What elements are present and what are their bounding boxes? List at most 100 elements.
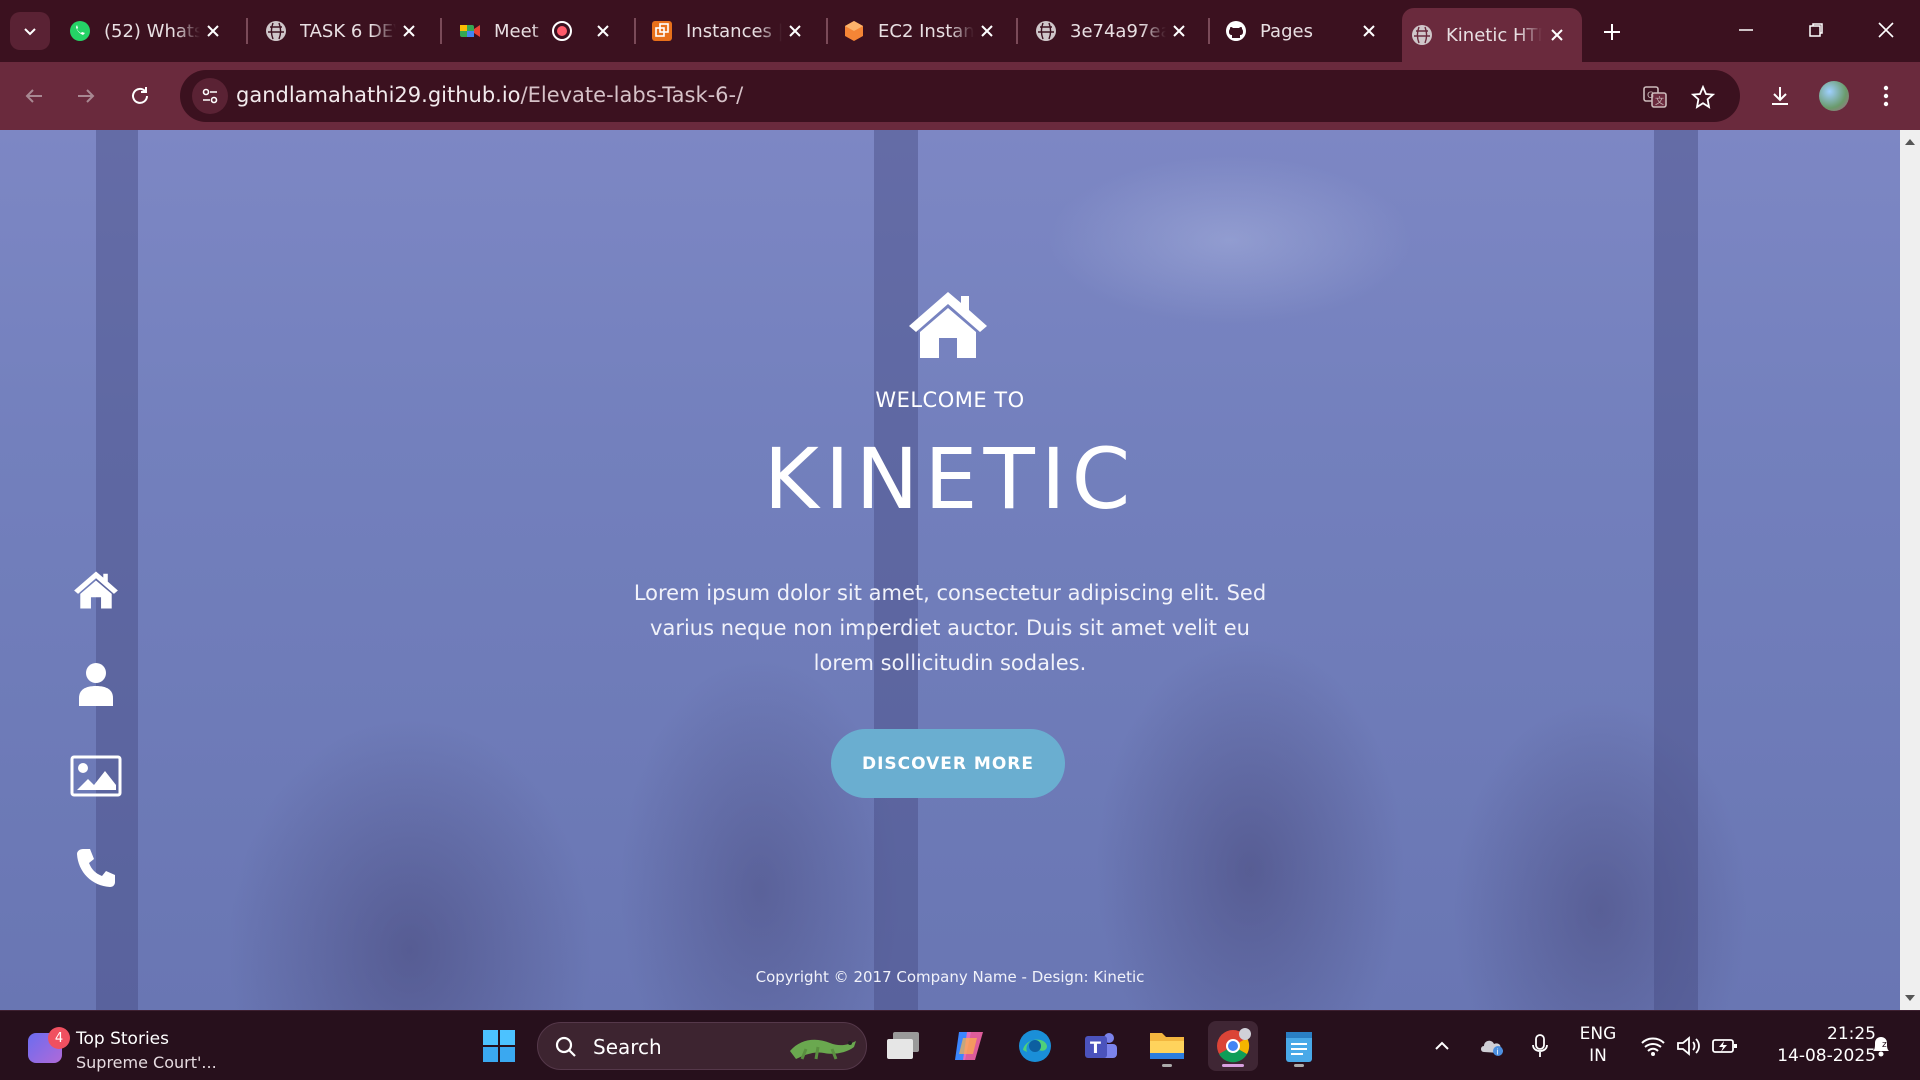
reload-button[interactable] bbox=[120, 76, 160, 116]
tab-kinetic[interactable]: Kinetic HTML bbox=[1402, 8, 1582, 62]
taskbar: 4 Top Stories Supreme Court'... Search T… bbox=[0, 1010, 1920, 1080]
scroll-down-arrow-icon[interactable] bbox=[1904, 992, 1916, 1004]
downloads-button[interactable] bbox=[1760, 76, 1800, 116]
chrome-button[interactable] bbox=[1208, 1021, 1258, 1071]
copilot-icon bbox=[955, 1032, 983, 1060]
search-icon bbox=[555, 1036, 576, 1057]
volume-button[interactable] bbox=[1672, 1021, 1706, 1071]
wifi-button[interactable] bbox=[1636, 1021, 1670, 1071]
close-window-button[interactable] bbox=[1856, 10, 1916, 50]
browser-toolbar: gandlamahathi29.github.io/Elevate-labs-T… bbox=[0, 62, 1920, 130]
teams-button[interactable]: T bbox=[1076, 1021, 1126, 1071]
page-viewport: WELCOME TO KINETIC Lorem ipsum dolor sit… bbox=[0, 130, 1900, 1010]
svg-text:T: T bbox=[1090, 1038, 1101, 1057]
svg-text:z: z bbox=[1882, 1040, 1887, 1050]
running-indicator bbox=[1162, 1064, 1172, 1067]
side-nav-gallery[interactable] bbox=[66, 746, 126, 806]
tab-title: 3e74a97ea bbox=[1070, 20, 1166, 42]
file-explorer-button[interactable] bbox=[1142, 1021, 1192, 1071]
taskbar-search[interactable]: Search bbox=[537, 1022, 867, 1070]
phone-icon bbox=[77, 849, 115, 887]
tab-task6[interactable]: TASK 6 DEVOPS bbox=[256, 10, 434, 52]
ec2-icon bbox=[842, 19, 866, 43]
close-icon[interactable] bbox=[1358, 20, 1380, 42]
tab-instances[interactable]: Instances | bbox=[642, 10, 820, 52]
plus-icon bbox=[1604, 24, 1620, 40]
close-icon[interactable] bbox=[1168, 20, 1190, 42]
scrollbar-thumb[interactable] bbox=[1905, 154, 1915, 984]
bookmark-button[interactable] bbox=[1688, 82, 1718, 112]
show-hidden-icons-button[interactable] bbox=[1424, 1021, 1460, 1071]
url-text[interactable]: gandlamahathi29.github.io/Elevate-labs-T… bbox=[236, 83, 743, 107]
page-scrollbar[interactable] bbox=[1900, 130, 1920, 1010]
tab-title: Pages bbox=[1260, 20, 1313, 42]
battery-button[interactable] bbox=[1708, 1021, 1742, 1071]
close-icon[interactable] bbox=[784, 20, 806, 42]
news-widget[interactable]: 4 Top Stories Supreme Court'... bbox=[26, 1021, 226, 1072]
translate-button[interactable]: G文 bbox=[1640, 82, 1670, 112]
translate-icon: G文 bbox=[1643, 86, 1667, 108]
aws-icon bbox=[650, 19, 674, 43]
globe-icon bbox=[1034, 19, 1058, 43]
tab-title: TASK 6 DEVOPS bbox=[300, 20, 396, 42]
close-icon bbox=[1878, 22, 1894, 38]
tab-whatsapp[interactable]: (52) WhatsApp bbox=[60, 10, 238, 52]
start-button[interactable] bbox=[474, 1021, 524, 1071]
whatsapp-icon bbox=[68, 19, 92, 43]
notepad-button[interactable] bbox=[1274, 1021, 1324, 1071]
address-bar[interactable]: gandlamahathi29.github.io/Elevate-labs-T… bbox=[180, 70, 1740, 122]
tab-separator bbox=[246, 18, 248, 44]
edge-button[interactable] bbox=[1010, 1021, 1060, 1071]
notifications-button[interactable]: z bbox=[1864, 1021, 1898, 1071]
profile-button[interactable] bbox=[1814, 76, 1854, 116]
close-icon[interactable] bbox=[976, 20, 998, 42]
restore-button[interactable] bbox=[1786, 10, 1846, 50]
close-icon[interactable] bbox=[202, 20, 224, 42]
tab-pages[interactable]: Pages bbox=[1216, 10, 1394, 52]
menu-button[interactable] bbox=[1866, 76, 1906, 116]
discover-more-button[interactable]: DISCOVER MORE bbox=[831, 729, 1065, 798]
tab-search-button[interactable] bbox=[10, 12, 50, 50]
chevron-down-icon bbox=[24, 28, 36, 36]
bell-notification-icon: z bbox=[1873, 1037, 1889, 1057]
new-tab-button[interactable] bbox=[1594, 14, 1630, 50]
tab-meet[interactable]: Meet - bbox=[450, 10, 628, 52]
forward-button[interactable] bbox=[66, 76, 106, 116]
close-icon[interactable] bbox=[398, 20, 420, 42]
close-icon[interactable] bbox=[592, 20, 614, 42]
tab-3e74[interactable]: 3e74a97ea bbox=[1026, 10, 1204, 52]
onedrive-button[interactable]: i bbox=[1472, 1021, 1512, 1071]
tab-separator bbox=[826, 18, 828, 44]
battery-charging-icon bbox=[1712, 1039, 1737, 1053]
cloud-icon: i bbox=[1481, 1040, 1503, 1057]
speaker-icon bbox=[1677, 1036, 1700, 1056]
recording-icon bbox=[552, 21, 572, 41]
task-view-button[interactable] bbox=[878, 1021, 928, 1071]
lang-code: ENG bbox=[1579, 1024, 1617, 1044]
tab-title: Meet - bbox=[494, 20, 546, 42]
clock[interactable]: 21:25 14-08-2025 bbox=[1756, 1023, 1876, 1067]
back-button[interactable] bbox=[14, 76, 54, 116]
gecko-illustration-icon bbox=[790, 1039, 856, 1060]
scroll-up-arrow-icon[interactable] bbox=[1904, 136, 1916, 148]
microphone-button[interactable] bbox=[1522, 1021, 1558, 1071]
minimize-button[interactable] bbox=[1716, 10, 1776, 50]
minimize-icon bbox=[1739, 29, 1753, 31]
close-icon[interactable] bbox=[1546, 24, 1568, 46]
tab-ec2[interactable]: EC2 Instance bbox=[834, 10, 1012, 52]
user-icon bbox=[79, 663, 113, 706]
copilot-button[interactable] bbox=[944, 1021, 994, 1071]
tab-separator bbox=[634, 18, 636, 44]
site-info-button[interactable] bbox=[192, 78, 228, 114]
lang-region: IN bbox=[1589, 1046, 1607, 1066]
tab-strip: (52) WhatsApp TASK 6 DEVOPS Meet - Insta… bbox=[0, 0, 1920, 62]
side-nav-profile[interactable] bbox=[66, 654, 126, 714]
svg-text:G: G bbox=[1647, 91, 1654, 101]
task-view-icon bbox=[887, 1032, 919, 1059]
avatar bbox=[1819, 81, 1849, 111]
side-nav-home[interactable] bbox=[66, 560, 126, 620]
notification-badge: 4 bbox=[48, 1027, 70, 1049]
input-language[interactable]: ENG IN bbox=[1576, 1023, 1620, 1067]
side-nav-contact[interactable] bbox=[66, 838, 126, 898]
reload-icon bbox=[132, 87, 148, 104]
